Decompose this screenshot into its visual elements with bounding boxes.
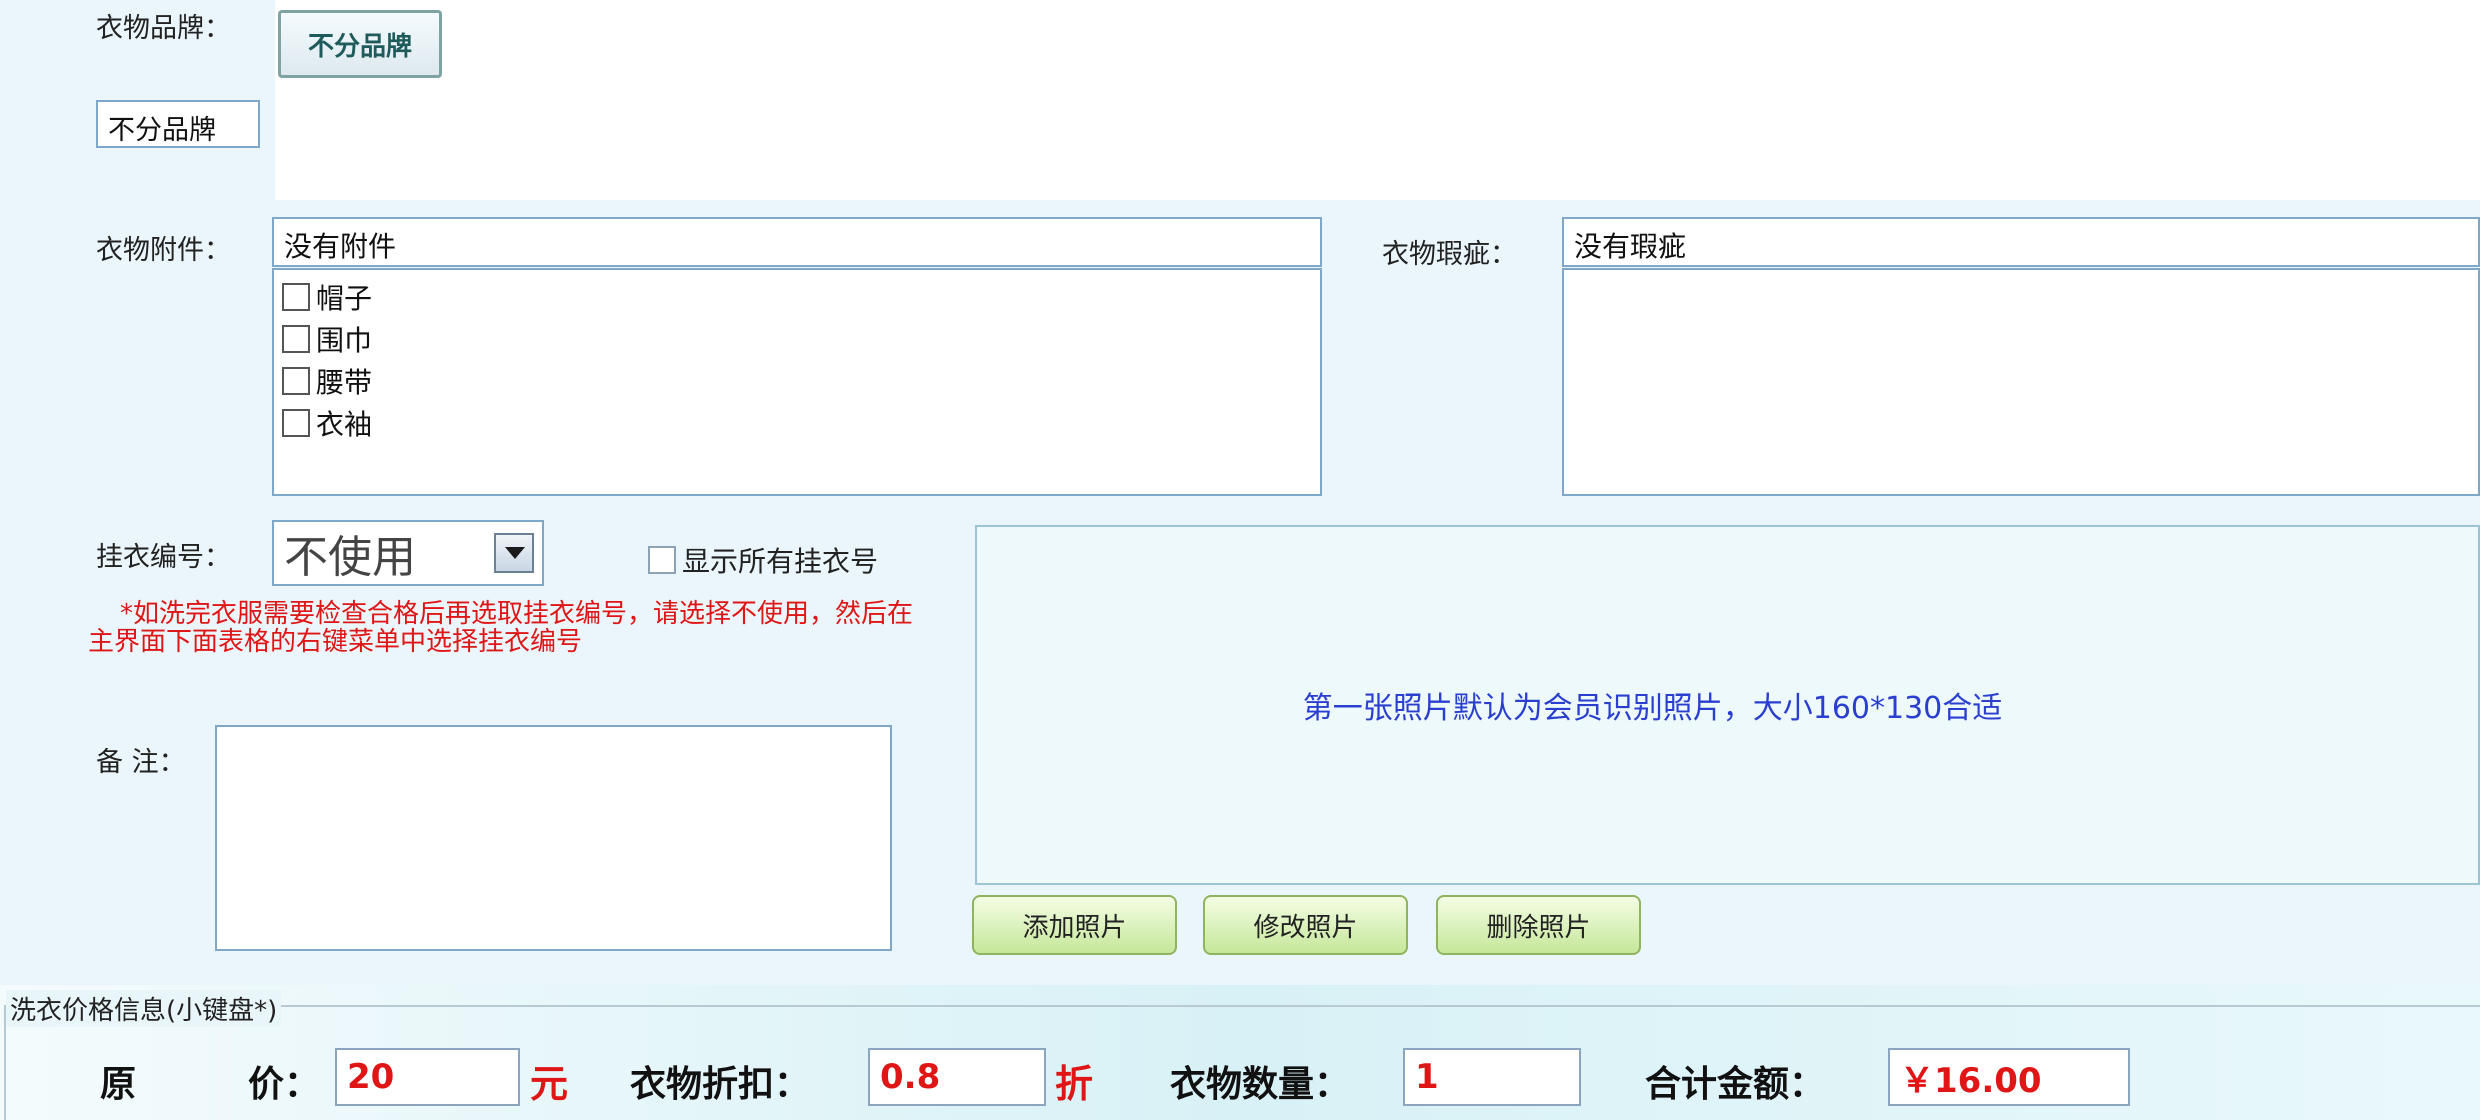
accessories-list[interactable]: 帽子 围巾 腰带 衣袖 [272, 268, 1322, 496]
photo-tip-text: 第一张照片默认为会员识别照片，大小160*130合适 [1302, 691, 2003, 726]
original-price-label-2: 价： [248, 1064, 321, 1105]
quantity-input[interactable]: 1 [1403, 1048, 1581, 1106]
show-all-hangers-checkbox[interactable] [648, 546, 676, 574]
discount-label: 衣物折扣： [630, 1064, 811, 1105]
discount-unit: 折 [1055, 1062, 1094, 1106]
photo-area[interactable]: 第一张照片默认为会员识别照片，大小160*130合适 [975, 525, 2480, 885]
hanger-select-value: 不使用 [284, 532, 416, 583]
defects-input[interactable]: 没有瑕疵 [1562, 217, 2480, 267]
hanger-label: 挂衣编号： [96, 542, 231, 573]
brand-label: 衣物品牌： [96, 13, 231, 44]
list-item-label: 腰带 [316, 366, 373, 399]
chevron-down-icon[interactable] [494, 533, 534, 573]
add-photo-button[interactable]: 添加照片 [972, 895, 1177, 955]
checkbox[interactable] [282, 367, 310, 395]
original-price-label-1: 原 [100, 1064, 137, 1105]
checkbox[interactable] [282, 283, 310, 311]
list-item-label: 帽子 [316, 282, 373, 315]
defects-label: 衣物瑕疵： [1382, 239, 1517, 270]
price-info-legend: 洗衣价格信息(小键盘*) [6, 990, 282, 1027]
list-item-label: 衣袖 [316, 408, 373, 441]
quantity-label: 衣物数量： [1170, 1064, 1351, 1105]
brand-option-button[interactable]: 不分品牌 [278, 10, 442, 78]
total-amount-label: 合计金额： [1645, 1064, 1826, 1105]
brand-selected-field[interactable]: 不分品牌 [96, 100, 260, 148]
hanger-select[interactable]: 不使用 [272, 520, 544, 586]
list-item-label: 围巾 [316, 324, 373, 357]
accessories-input[interactable]: 没有附件 [272, 217, 1322, 267]
show-all-hangers-label: 显示所有挂衣号 [682, 545, 879, 578]
list-item[interactable]: 围巾 [282, 318, 1312, 360]
accessories-label: 衣物附件： [96, 235, 231, 266]
total-amount-field: ￥16.00 [1888, 1048, 2130, 1106]
hanger-warning-text: *如洗完衣服需要检查合格后再选取挂衣编号，请选择不使用，然后在主界面下面表格的右… [88, 599, 914, 657]
edit-photo-button[interactable]: 修改照片 [1203, 895, 1408, 955]
list-item[interactable]: 腰带 [282, 360, 1312, 402]
delete-photo-button[interactable]: 删除照片 [1436, 895, 1641, 955]
list-item[interactable]: 帽子 [282, 276, 1312, 318]
show-all-hangers-option[interactable]: 显示所有挂衣号 [648, 540, 878, 580]
discount-input[interactable]: 0.8 [868, 1048, 1046, 1106]
original-price-input[interactable]: 20 [335, 1048, 520, 1106]
defects-list[interactable] [1562, 268, 2480, 496]
brand-panel [275, 0, 2480, 200]
original-price-unit: 元 [530, 1062, 569, 1106]
list-item[interactable]: 衣袖 [282, 402, 1312, 444]
remark-textarea[interactable] [215, 725, 892, 951]
checkbox[interactable] [282, 409, 310, 437]
remark-label: 备 注： [96, 747, 186, 778]
checkbox[interactable] [282, 325, 310, 353]
